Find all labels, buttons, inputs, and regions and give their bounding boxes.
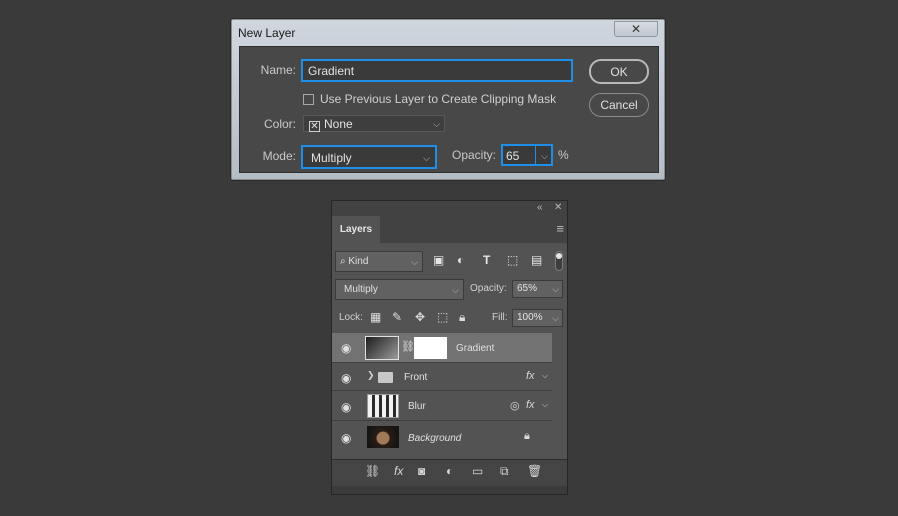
dialog-body: Name: Gradient Use Previous Layer to Cre… <box>239 46 659 173</box>
layer-name: Background <box>408 433 462 444</box>
chevron-down-icon[interactable]: ⌵ <box>552 284 559 295</box>
layer-mask-thumbnail <box>414 337 447 359</box>
close-icon[interactable]: ✕ <box>554 202 562 213</box>
dialog-title: New Layer <box>238 26 296 40</box>
eye-icon[interactable]: ◉ <box>341 431 351 445</box>
lock-label: Lock: <box>339 312 363 323</box>
mode-select[interactable]: Multiply ⌵ <box>301 145 437 169</box>
chevron-down-icon[interactable]: ⌵ <box>542 400 548 410</box>
kind-value: Kind <box>348 256 369 267</box>
name-input[interactable]: Gradient <box>301 59 573 82</box>
fx-icon[interactable]: fx <box>394 464 403 478</box>
layer-front-group[interactable]: ◉ ❯ Front fx ⌵ <box>332 363 552 391</box>
layer-thumbnail <box>367 426 399 448</box>
collapse-icon[interactable]: « <box>537 202 543 213</box>
mode-value: Multiply <box>311 151 352 165</box>
layer-gradient[interactable]: ◉ ⛓ Gradient <box>332 333 552 363</box>
panel-resize-bar[interactable] <box>332 486 567 494</box>
panel-footer: ⛓ fx ◙ ◐ ▭ ⧉ 🗑︎ <box>332 459 567 486</box>
new-group-icon[interactable]: ▭ <box>472 464 483 478</box>
none-x-icon: ✕ <box>309 121 320 132</box>
add-mask-icon[interactable]: ◙ <box>418 464 425 478</box>
filter-row: ⌕ Kind ⌵ ▣ ◐ T ⬚ ▤ <box>335 251 564 273</box>
tab-layers[interactable]: Layers <box>332 216 380 243</box>
divider <box>535 146 536 164</box>
layer-name: Blur <box>408 401 426 412</box>
layer-background[interactable]: ◉ Background 🔒︎ <box>332 421 552 453</box>
new-layer-dialog: New Layer ✕ Name: Gradient Use Previous … <box>231 19 665 180</box>
link-icon[interactable]: ⛓ <box>401 340 415 353</box>
percent-label: % <box>558 148 569 162</box>
trash-icon[interactable]: 🗑︎ <box>527 464 542 478</box>
ok-button[interactable]: OK <box>589 59 649 84</box>
chevron-down-icon: ⌵ <box>423 153 430 163</box>
chevron-down-icon: ⌵ <box>433 119 440 129</box>
blend-row: Multiply ⌵ Opacity: 65% ⌵ <box>335 279 564 301</box>
folder-icon <box>378 372 393 383</box>
lock-transparent-icon[interactable]: ▦ <box>370 310 381 324</box>
opacity-value: 65% <box>517 283 538 294</box>
kind-filter-select[interactable]: ⌕ Kind ⌵ <box>335 251 423 272</box>
lock-position-icon[interactable]: ✥ <box>415 310 425 324</box>
eye-icon[interactable]: ◉ <box>341 341 351 355</box>
name-label: Name: <box>260 63 296 77</box>
fill-label: Fill: <box>492 312 508 323</box>
new-layer-icon[interactable]: ⧉ <box>500 464 509 479</box>
panel-menu-icon[interactable]: ≡ <box>556 221 564 236</box>
mode-label: Mode: <box>262 149 296 163</box>
chevron-down-icon[interactable]: ⌵ <box>552 313 559 324</box>
chevron-down-icon: ⌵ <box>452 285 459 295</box>
layers-panel: « ✕ Layers ≡ ⌕ Kind ⌵ ▣ ◐ T ⬚ ▤ Multiply… <box>331 200 568 495</box>
link-layers-icon[interactable]: ⛓ <box>365 464 380 478</box>
pixel-filter-icon[interactable]: ▣ <box>433 253 444 267</box>
lock-brush-icon[interactable]: ✎ <box>392 310 402 324</box>
opacity-value: 65 <box>506 149 520 163</box>
cancel-button[interactable]: Cancel <box>589 93 649 117</box>
lock-icon[interactable]: 🔒︎ <box>524 430 530 443</box>
chevron-right-icon[interactable]: ❯ <box>367 370 375 381</box>
smart-filter-icon: ◎ <box>510 400 520 412</box>
layer-name: Gradient <box>456 343 495 354</box>
smart-object-filter-icon[interactable]: ▤ <box>531 253 542 267</box>
blend-mode-select[interactable]: Multiply ⌵ <box>335 279 464 300</box>
eye-icon[interactable]: ◉ <box>341 371 351 385</box>
fx-badge[interactable]: fx <box>526 370 535 382</box>
lock-row: Lock: ▦ ✎ ✥ ⬚ 🔒︎ Fill: 100% ⌵ <box>335 308 564 330</box>
fx-badge[interactable]: fx <box>526 399 535 411</box>
opacity-input[interactable]: 65% ⌵ <box>512 280 563 298</box>
color-value: None <box>324 117 353 131</box>
type-filter-icon[interactable]: T <box>483 253 490 267</box>
adjustment-layer-icon[interactable]: ◐ <box>446 464 453 478</box>
chevron-down-icon[interactable]: ⌵ <box>541 151 548 162</box>
opacity-label: Opacity: <box>470 283 507 294</box>
layer-blur[interactable]: ◉ Blur ◎ fx ⌵ <box>332 391 552 421</box>
layer-thumbnail <box>367 394 399 418</box>
chevron-down-icon: ⌵ <box>411 257 418 267</box>
opacity-input[interactable]: 65 ⌵ <box>501 144 553 166</box>
chevron-down-icon[interactable]: ⌵ <box>542 371 548 381</box>
layer-thumbnail <box>365 336 399 360</box>
panel-tabs: Layers ≡ <box>332 216 567 243</box>
layers-list: ◉ ⛓ Gradient ◉ ❯ Front fx ⌵ ◉ Blur ◎ fx … <box>332 333 552 455</box>
layer-name: Front <box>404 372 428 383</box>
panel-titlebar[interactable]: « ✕ <box>332 201 567 217</box>
opacity-label: Opacity: <box>451 148 496 162</box>
shape-filter-icon[interactable]: ⬚ <box>507 253 518 267</box>
lock-artboard-icon[interactable]: ⬚ <box>437 310 448 324</box>
clipping-mask-checkbox[interactable] <box>303 94 314 105</box>
color-label: Color: <box>263 117 296 131</box>
fill-input[interactable]: 100% ⌵ <box>512 309 563 327</box>
color-select[interactable]: ✕ None ⌵ <box>303 115 445 132</box>
lock-all-icon[interactable]: 🔒︎ <box>459 310 465 325</box>
close-icon[interactable]: ✕ <box>614 21 658 37</box>
blend-mode-value: Multiply <box>344 284 378 295</box>
filter-toggle[interactable] <box>555 251 563 271</box>
adjustment-filter-icon[interactable]: ◐ <box>457 253 464 267</box>
clipping-mask-label: Use Previous Layer to Create Clipping Ma… <box>320 92 557 106</box>
dialog-titlebar[interactable]: New Layer ✕ <box>232 20 664 46</box>
search-icon: ⌕ <box>340 256 346 267</box>
fill-value: 100% <box>517 312 543 323</box>
eye-icon[interactable]: ◉ <box>341 400 351 414</box>
